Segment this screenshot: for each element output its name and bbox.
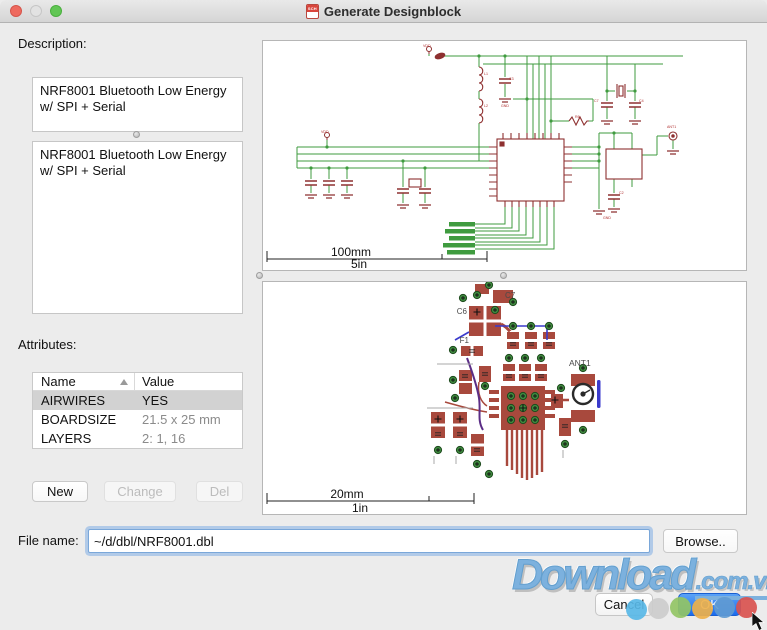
micro-label: GND: [603, 216, 611, 220]
description-label: Description:: [18, 36, 87, 51]
close-button[interactable]: [10, 5, 22, 17]
board-scale-mm: 20mm: [330, 487, 363, 501]
description-summary-field[interactable]: NRF8001 Bluetooth Low Energy w/ SPI + Se…: [32, 77, 243, 132]
board-label-f1: F1: [460, 336, 470, 345]
micro-label: C4: [639, 99, 644, 103]
splitter-handle-center[interactable]: [500, 272, 507, 279]
micro-label: C2: [619, 191, 624, 195]
board-scale-ruler: [267, 493, 474, 504]
watermark-dot-blue: [714, 597, 735, 618]
browse-button[interactable]: Browse..: [663, 529, 738, 553]
micro-label: VDD: [321, 130, 329, 134]
sort-ascending-icon: [120, 379, 128, 385]
attr-name: BOARDSIZE: [33, 412, 135, 427]
attributes-table-header: Name Value: [33, 373, 242, 391]
micro-label: C3: [509, 77, 514, 81]
watermark-dot-green: [670, 597, 691, 618]
watermark-dot-orange: [692, 598, 713, 619]
splitter-handle-description[interactable]: [133, 131, 140, 138]
board-drawing: C6 C7 F1 ANT1 20mm 1in: [263, 282, 746, 514]
micro-label: L2: [484, 104, 488, 108]
new-attribute-button[interactable]: New: [32, 481, 88, 502]
board-scale-in: 1in: [352, 501, 368, 514]
micro-label: C7: [594, 99, 599, 103]
board-preview-panel[interactable]: C6 C7 F1 ANT1 20mm 1in: [262, 281, 747, 515]
titlebar: SCH Generate Designblock: [0, 0, 767, 23]
table-row-airwires[interactable]: AIRWIRES YES: [33, 391, 242, 410]
column-header-name[interactable]: Name: [33, 373, 135, 390]
micro-label: ANT1: [667, 125, 676, 129]
board-label-c6: C6: [457, 307, 468, 316]
attr-value: 21.5 x 25 mm: [135, 412, 221, 427]
micro-label: VDD: [423, 44, 431, 48]
board-label-c7: C7: [505, 291, 516, 300]
micro-label: R6: [575, 115, 580, 119]
table-row-layers[interactable]: LAYERS 2: 1, 16: [33, 429, 242, 448]
schematic-scale-in: 5in: [351, 257, 367, 270]
schematic-preview-panel[interactable]: VDD VDD C3 L1 L2 R6 C7 C4 C2 ANT1 GND GN…: [262, 40, 747, 271]
description-editor[interactable]: NRF8001 Bluetooth Low Energy w/ SPI + Se…: [32, 141, 243, 314]
change-attribute-button[interactable]: Change: [104, 481, 176, 502]
attr-value: YES: [135, 393, 168, 408]
schematic-drawing: VDD VDD C3 L1 L2 R6 C7 C4 C2 ANT1 GND GN…: [263, 41, 746, 270]
generate-designblock-dialog: SCH Generate Designblock Description: NR…: [0, 0, 767, 630]
micro-label: GND: [501, 104, 509, 108]
board-label-ant1: ANT1: [569, 358, 591, 368]
watermark-dot-gray: [648, 598, 669, 619]
mouse-cursor: [752, 612, 767, 630]
file-name-label: File name:: [18, 533, 79, 548]
attr-value: 2: 1, 16: [135, 431, 185, 446]
column-header-value[interactable]: Value: [135, 374, 174, 389]
icon-text: SCH: [307, 5, 318, 12]
attr-name: AIRWIRES: [33, 393, 135, 408]
attributes-table: Name Value AIRWIRES YES BOARDSIZE 21.5 x…: [32, 372, 243, 449]
table-row-boardsize[interactable]: BOARDSIZE 21.5 x 25 mm: [33, 410, 242, 429]
file-name-input[interactable]: [88, 529, 650, 553]
watermark-dot-blue-light: [626, 599, 647, 620]
micro-label: L1: [484, 72, 488, 76]
delete-attribute-button[interactable]: Del: [196, 481, 243, 502]
traffic-lights: [10, 5, 62, 17]
attr-name: LAYERS: [33, 431, 135, 446]
splitter-handle-left[interactable]: [256, 272, 263, 279]
minimize-button[interactable]: [30, 5, 42, 17]
attributes-label: Attributes:: [18, 337, 77, 352]
schematic-file-icon: SCH: [306, 4, 319, 19]
zoom-button[interactable]: [50, 5, 62, 17]
name-header-label: Name: [41, 374, 76, 389]
window-title: Generate Designblock: [324, 4, 461, 19]
